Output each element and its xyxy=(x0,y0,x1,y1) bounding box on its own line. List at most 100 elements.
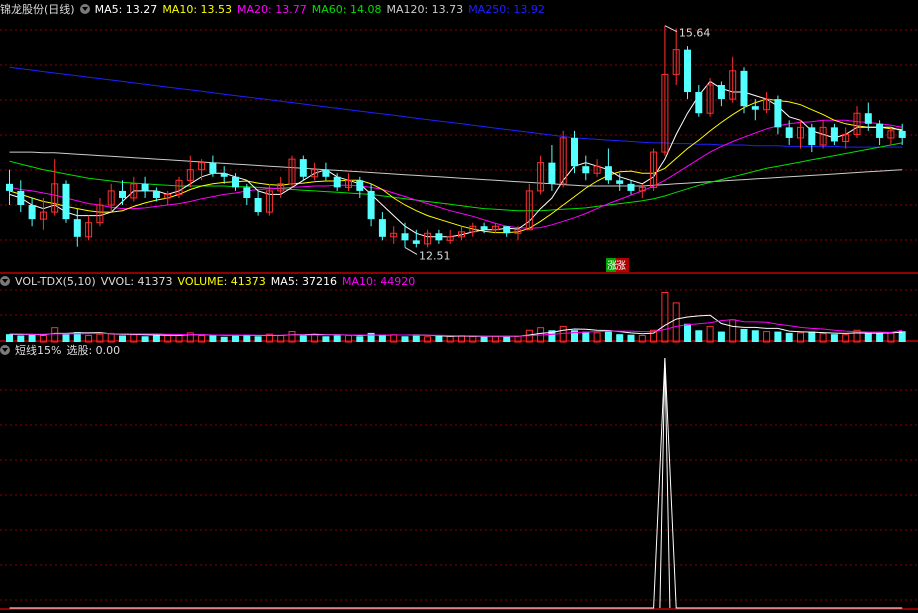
volume-bar xyxy=(322,336,330,342)
candle-body xyxy=(695,92,703,114)
volume-bar xyxy=(864,332,872,342)
volume-bar xyxy=(627,334,635,342)
candle-body xyxy=(367,190,375,220)
candle-body xyxy=(604,166,612,181)
volume-bar xyxy=(299,335,307,342)
indicator-line xyxy=(9,357,903,609)
main-legend-item-0: MA5: 13.27 xyxy=(94,3,158,16)
candle-body xyxy=(141,183,149,191)
candle-body xyxy=(717,84,725,100)
candle-body xyxy=(864,113,872,124)
high-price-label: 15.64 xyxy=(679,27,711,40)
candle-body xyxy=(209,162,217,174)
candle-body xyxy=(356,180,364,191)
volume-bar xyxy=(830,334,838,342)
volume-bar xyxy=(412,335,420,342)
main-legend-items: MA5: 13.27 MA10: 13.53 MA20: 13.77 MA60: 14… xyxy=(95,3,550,16)
volume-ma-ma5 xyxy=(9,314,903,337)
candle-body xyxy=(774,99,782,128)
volume-bar xyxy=(503,336,511,342)
volume-bar xyxy=(17,335,25,342)
candle-body xyxy=(73,219,81,237)
volume-bar xyxy=(774,331,782,342)
candle-body xyxy=(582,166,590,174)
volume-bar xyxy=(367,332,375,342)
candle-body xyxy=(17,190,25,206)
volume-bar xyxy=(254,336,262,342)
volume-bar xyxy=(209,335,217,342)
volume-legend-item-1: VVOL: 41373 xyxy=(100,275,173,288)
ma-line-ma120 xyxy=(9,151,903,187)
volume-menu-icon[interactable] xyxy=(0,276,10,286)
event-tag[interactable]: 涨 涨 xyxy=(606,258,629,272)
volume-bar xyxy=(672,302,680,343)
candle-body xyxy=(232,176,239,188)
candle-body xyxy=(401,233,409,241)
candle-body xyxy=(876,123,884,138)
volume-bar xyxy=(684,323,691,342)
ma-line-ma5 xyxy=(9,80,903,238)
volume-bar xyxy=(62,334,70,342)
stock-chart: 15.64 12.51 涨 涨 xyxy=(0,25,918,610)
low-price-pointer xyxy=(404,246,418,255)
indicator-legend-item-1: 选股: 0.00 xyxy=(66,344,121,357)
volume-bar xyxy=(661,291,669,343)
volume-bar xyxy=(220,336,228,342)
volume-legend-item-2: VOLUME: 41373 xyxy=(177,275,266,288)
candle-body xyxy=(243,187,251,198)
candle-body xyxy=(548,162,556,184)
candle-body xyxy=(830,127,838,142)
candle-body xyxy=(808,127,816,146)
volume-bar xyxy=(152,335,160,342)
event-tag-right: 涨 xyxy=(616,260,626,272)
candle-body xyxy=(254,197,262,213)
candle-body xyxy=(322,169,330,177)
main-legend-item-3: MA60: 14.08 xyxy=(311,3,382,16)
volume-legend-item-4: MA10: 44920 xyxy=(342,275,416,288)
volume-bar xyxy=(243,335,251,342)
main-legend-item-5: MA250: 13.92 xyxy=(468,3,545,16)
volume-bar xyxy=(119,335,126,342)
volume-bar xyxy=(401,336,409,342)
volume-ma-lines xyxy=(9,314,903,337)
volume-bar xyxy=(378,335,386,342)
volume-bar xyxy=(480,336,488,342)
volume-bar xyxy=(333,335,341,342)
indicator-signal-line xyxy=(9,357,903,609)
candle-body xyxy=(616,180,624,184)
candle-body xyxy=(571,137,578,167)
volume-bar xyxy=(616,334,624,342)
volume-bar xyxy=(876,333,884,342)
indicator-menu-icon[interactable] xyxy=(79,4,90,14)
indicator-panel-menu-icon[interactable] xyxy=(0,345,10,355)
volume-bar xyxy=(808,331,816,342)
candle-body xyxy=(480,226,488,230)
volume-bar xyxy=(435,336,443,342)
candle-body xyxy=(220,173,228,177)
low-price-label: 12.51 xyxy=(419,249,451,262)
volume-legend-items: VOL-TDX(5,10) VVOL: 41373 VOLUME: 41373 MA5… xyxy=(15,275,420,288)
indicator-legend: 短线15% 选股: 0.00 xyxy=(0,344,130,358)
candle-body xyxy=(898,130,906,138)
volume-bar xyxy=(6,334,13,342)
candle-body xyxy=(435,233,443,241)
main-legend-item-2: MA20: 13.77 xyxy=(237,3,307,16)
candle-body xyxy=(119,190,126,198)
indicator-legend-item-0: 短线15% xyxy=(15,344,62,357)
volume-ma-ma10 xyxy=(9,319,903,337)
main-legend-item-4: MA120: 13.73 xyxy=(386,3,464,16)
volume-bar xyxy=(740,328,748,342)
volume-legend-item-3: MA5: 37216 xyxy=(270,275,338,288)
volume-bar xyxy=(729,319,737,343)
volume-legend: VOL-TDX(5,10) VVOL: 41373 VOLUME: 41373 MA5… xyxy=(0,275,425,289)
candle-body xyxy=(62,183,70,220)
volume-bar xyxy=(28,334,36,342)
candle-body xyxy=(627,183,635,191)
indicator-legend-items: 短线15% 选股: 0.00 xyxy=(15,344,125,357)
volume-legend-item-0: VOL-TDX(5,10) xyxy=(15,275,96,288)
candle-body xyxy=(503,226,511,234)
ma-line-ma20 xyxy=(9,119,903,229)
volume-bar xyxy=(232,335,239,342)
candle-body xyxy=(684,49,691,93)
volume-bar xyxy=(51,327,59,343)
